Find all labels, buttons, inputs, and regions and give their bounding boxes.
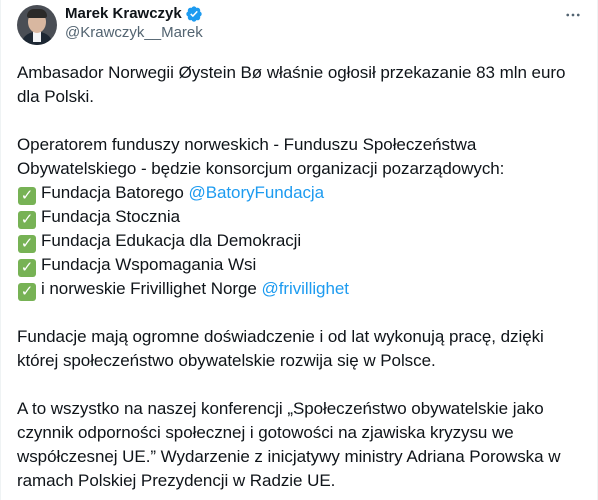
tweet-text: Ambasador Norwegii Øystein Bø właśnie og… — [17, 61, 581, 493]
list-item: ✓ Fundacja Stocznia — [17, 205, 581, 229]
check-mark-icon: ✓ — [18, 283, 36, 301]
list-item: ✓ Fundacja Batorego @BatoryFundacja — [17, 181, 581, 205]
mention-link[interactable]: @BatoryFundacja — [188, 183, 324, 202]
user-info: Marek Krawczyk @Krawczyk__Marek — [65, 5, 563, 42]
list-item: ✓ Fundacja Wspomagania Wsi — [17, 253, 581, 277]
check-mark-icon: ✓ — [18, 235, 36, 253]
tweet-header: Marek Krawczyk @Krawczyk__Marek — [17, 0, 581, 53]
user-handle[interactable]: @Krawczyk__Marek — [65, 24, 563, 42]
verified-badge-icon[interactable] — [185, 5, 203, 23]
list-item: ✓ i norweskie Frivillighet Norge @frivill… — [17, 277, 581, 301]
tweet: Marek Krawczyk @Krawczyk__Marek Ambasado… — [0, 0, 598, 500]
paragraph-1: Ambasador Norwegii Øystein Bø właśnie og… — [17, 63, 566, 106]
check-mark-icon: ✓ — [18, 211, 36, 229]
mention-link[interactable]: @frivillighet — [261, 279, 349, 298]
check-mark-icon: ✓ — [18, 259, 36, 277]
paragraph-2: Operatorem funduszy norweskich - Fundusz… — [17, 135, 505, 178]
more-horizontal-icon[interactable] — [563, 5, 583, 25]
org-list: ✓ Fundacja Batorego @BatoryFundacja ✓ Fund… — [17, 181, 581, 301]
list-item: ✓ Fundacja Edukacja dla Demokracji — [17, 229, 581, 253]
avatar[interactable] — [17, 5, 57, 45]
check-mark-icon: ✓ — [18, 187, 36, 205]
paragraph-3: Fundacje mają ogromne doświadczenie i od… — [17, 327, 544, 370]
paragraph-4: A to wszystko na naszej konferencji „Spo… — [17, 399, 561, 490]
display-name[interactable]: Marek Krawczyk — [65, 5, 182, 23]
